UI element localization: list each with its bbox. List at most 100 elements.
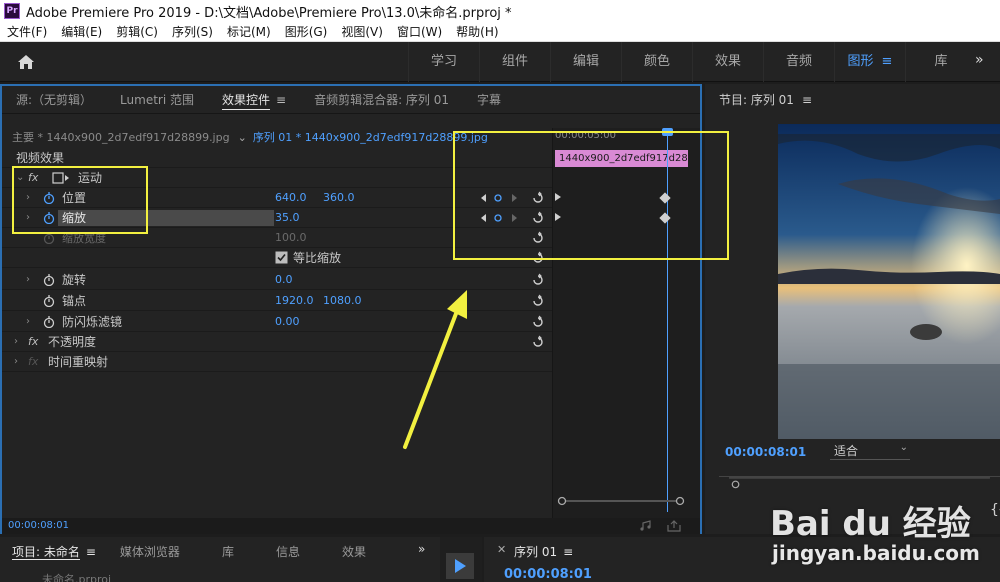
panel-menu-icon[interactable]: ≡	[276, 93, 286, 107]
fx-icon: fx	[28, 355, 39, 368]
opacity-label: 不透明度	[48, 335, 97, 349]
workspace-tab-effects[interactable]: 效果	[692, 42, 763, 82]
program-monitor-title: 节目: 序列 01 ≡	[719, 91, 812, 108]
scale-value[interactable]: 35.0	[275, 211, 300, 224]
tab-project[interactable]: 项目: 未命名 ≡	[0, 543, 108, 560]
tab-captions[interactable]: 字幕	[463, 91, 515, 108]
workspace-tab-color[interactable]: 颜色	[621, 42, 692, 82]
program-timecode[interactable]: 00:00:08:01	[725, 445, 806, 459]
chevron-down-icon[interactable]: ⌄	[238, 131, 247, 144]
workspace-bar: 学习 组件 编辑 颜色 效果 音频 图形 ≡ 库 »	[0, 42, 1000, 82]
workspace-more-button[interactable]: »	[975, 52, 984, 68]
tab-effect-controls[interactable]: 效果控件 ≡	[208, 91, 300, 110]
fx-icon[interactable]: fx	[28, 335, 38, 348]
highlight-box-keyframes	[453, 131, 729, 260]
menu-sequence[interactable]: 序列(S)	[165, 23, 220, 40]
home-icon[interactable]	[16, 52, 36, 72]
timeline-timecode[interactable]: 00:00:08:01	[504, 567, 592, 582]
time-remap-label: 时间重映射	[48, 355, 109, 369]
video-effects-label: 视频效果	[16, 151, 65, 165]
tab-effects[interactable]: 效果	[330, 543, 378, 560]
close-icon[interactable]: ✕	[497, 543, 506, 556]
tab-media-browser[interactable]: 媒体浏览器	[108, 543, 192, 560]
panel-menu-icon[interactable]: ≡	[882, 54, 893, 69]
chevron-down-icon[interactable]: ⌄	[900, 442, 908, 453]
annotation-arrow	[403, 290, 467, 449]
panel-menu-icon[interactable]: ≡	[802, 93, 812, 107]
project-file-name[interactable]: 未命名.prproj	[42, 571, 111, 582]
project-panel: 项目: 未命名 ≡ 媒体浏览器 库 信息 效果 » 未命名.prproj	[0, 537, 440, 582]
twirl-closed-icon[interactable]: ›	[14, 356, 18, 367]
program-time-ruler[interactable]	[719, 476, 1000, 490]
baidu-jingyan-watermark: Bai du 经验	[770, 504, 971, 544]
twirl-closed-icon[interactable]: ›	[26, 316, 30, 327]
anchor-label: 锚点	[62, 294, 87, 308]
uniform-scale-checkbox[interactable]	[275, 251, 288, 264]
anti-flicker-label: 防闪烁滤镜	[62, 315, 123, 329]
workspace-tab-assembly[interactable]: 组件	[479, 42, 550, 82]
twirl-closed-icon[interactable]: ›	[14, 336, 18, 347]
timeline-zoom-scrollbar[interactable]	[557, 496, 685, 506]
export-icon[interactable]	[666, 520, 682, 532]
reset-icon[interactable]	[531, 294, 545, 308]
tab-effect-controls-label: 效果控件	[222, 93, 271, 110]
uniform-scale-label: 等比缩放	[293, 251, 342, 265]
project-panel-tabs: 项目: 未命名 ≡ 媒体浏览器 库 信息 效果	[0, 541, 378, 561]
scale-width-value: 100.0	[275, 231, 307, 244]
stopwatch-icon[interactable]	[43, 273, 55, 286]
timeline-sequence-tab[interactable]: 序列 01 ≡	[514, 543, 573, 560]
audio-icon[interactable]	[640, 520, 656, 532]
selection-tool-button[interactable]	[446, 553, 474, 579]
menu-window[interactable]: 窗口(W)	[390, 23, 449, 40]
workspace-tab-audio[interactable]: 音频	[763, 42, 834, 82]
step-back-icon[interactable]: {←	[990, 502, 1000, 518]
window-title: Adobe Premiere Pro 2019 - D:\文档\Adobe\Pr…	[26, 5, 512, 21]
panel-menu-icon[interactable]: ≡	[563, 545, 573, 559]
workspace-tab-libraries[interactable]: 库	[905, 42, 976, 82]
reset-icon[interactable]	[531, 315, 545, 329]
tab-lumetri-scopes[interactable]: Lumetri 范围	[106, 91, 208, 108]
tools-panel	[440, 537, 482, 582]
menu-file[interactable]: 文件(F)	[0, 23, 54, 40]
tab-info[interactable]: 信息	[264, 543, 312, 560]
program-monitor-title-label: 节目: 序列 01	[719, 93, 794, 107]
zoom-fit-select[interactable]: 适合 ⌄	[830, 442, 910, 460]
highlight-box-motion	[12, 166, 148, 234]
reset-icon[interactable]	[531, 273, 545, 287]
workspace-tab-learn[interactable]: 学习	[408, 42, 479, 82]
tab-libraries[interactable]: 库	[210, 543, 246, 560]
menu-graphics[interactable]: 图形(G)	[278, 23, 335, 40]
menu-clip[interactable]: 剪辑(C)	[109, 23, 165, 40]
menu-bar: 文件(F) 编辑(E) 剪辑(C) 序列(S) 标记(M) 图形(G) 视图(V…	[0, 22, 1000, 42]
effect-controls-timecode[interactable]: 00:00:08:01	[8, 520, 69, 531]
timeline-sequence-label: 序列 01	[514, 545, 558, 559]
premiere-app-icon: Pr	[4, 3, 20, 19]
selection-arrow-icon	[455, 559, 466, 573]
rotation-label: 旋转	[62, 273, 87, 287]
panel-more-button[interactable]: »	[418, 542, 425, 556]
position-x-value[interactable]: 640.0	[275, 191, 307, 204]
master-clip-label[interactable]: 主要 * 1440x900_2d7edf917d28899.jpg	[12, 129, 230, 145]
menu-marker[interactable]: 标记(M)	[220, 23, 278, 40]
anchor-y-value[interactable]: 1080.0	[323, 294, 362, 307]
tab-audio-clip-mixer[interactable]: 音频剪辑混合器: 序列 01	[300, 91, 463, 108]
stopwatch-icon[interactable]	[43, 315, 55, 328]
menu-view[interactable]: 视图(V)	[334, 23, 390, 40]
title-bar: Pr Adobe Premiere Pro 2019 - D:\文档\Adobe…	[0, 0, 1000, 22]
stopwatch-icon[interactable]	[43, 294, 55, 307]
workspace-tab-graphics[interactable]: 图形 ≡	[834, 42, 905, 82]
twirl-closed-icon[interactable]: ›	[26, 274, 30, 285]
panel-menu-icon[interactable]: ≡	[86, 545, 96, 559]
program-preview-image[interactable]	[778, 124, 1000, 439]
reset-icon[interactable]	[531, 335, 545, 349]
workspace-tab-graphics-label: 图形	[847, 54, 874, 69]
position-y-value[interactable]: 360.0	[323, 191, 355, 204]
workspace-tab-editing[interactable]: 编辑	[550, 42, 621, 82]
anti-flicker-value[interactable]: 0.00	[275, 315, 300, 328]
tab-source[interactable]: 源:（无剪辑）	[2, 91, 106, 108]
rotation-value[interactable]: 0.0	[275, 273, 293, 286]
anchor-x-value[interactable]: 1920.0	[275, 294, 314, 307]
menu-help[interactable]: 帮助(H)	[449, 23, 505, 40]
program-monitor: 节目: 序列 01 ≡ 00:00:08:01 适合 ⌄ {	[705, 84, 1000, 534]
menu-edit[interactable]: 编辑(E)	[54, 23, 109, 40]
